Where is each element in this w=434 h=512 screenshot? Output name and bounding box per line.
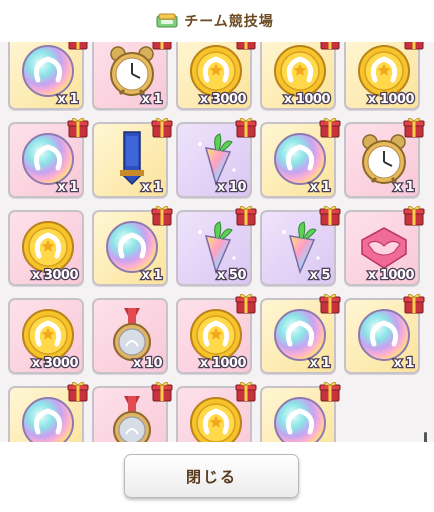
reward-quantity: x 3000	[31, 355, 80, 373]
reward-quantity: x 1000	[367, 267, 416, 285]
reward-tile[interactable]	[8, 381, 89, 442]
reward-quantity: x 1	[308, 355, 332, 373]
reward-tile[interactable]: x 1	[92, 117, 173, 198]
reward-tile[interactable]: x 1000	[344, 42, 424, 110]
gift-box-icon	[67, 116, 89, 138]
gift-box-icon	[403, 116, 425, 138]
reward-quantity: x 1	[56, 91, 80, 109]
reward-quantity: x 1	[56, 179, 80, 197]
close-button-label: 閉じる	[185, 467, 237, 486]
reward-tile[interactable]: x 1	[344, 117, 425, 198]
gift-box-icon	[403, 42, 425, 50]
gift-box-icon	[403, 204, 425, 226]
reward-tile[interactable]: x 1	[92, 42, 172, 110]
reward-tile[interactable]: x 5	[260, 205, 341, 286]
reward-tile[interactable]: x 3000	[176, 42, 256, 110]
reward-quantity: x 1	[308, 179, 332, 197]
gift-box-icon	[403, 292, 425, 314]
gift-box-icon	[151, 42, 173, 50]
reward-quantity: x 1	[392, 355, 416, 373]
reward-tile[interactable]: x 10	[92, 298, 168, 374]
gift-box-icon	[67, 380, 89, 402]
reward-tile[interactable]: x 1	[8, 42, 88, 110]
gift-box-icon	[235, 204, 257, 226]
reward-tile[interactable]: x 1	[344, 293, 425, 374]
reward-quantity: x 1	[392, 179, 416, 197]
ticket-icon	[156, 13, 178, 29]
reward-tile[interactable]: x 1000	[344, 205, 425, 286]
reward-quantity: x 5	[308, 267, 332, 285]
gift-box-icon	[151, 116, 173, 138]
gift-box-icon	[235, 42, 257, 50]
reward-tile[interactable]: x 1	[8, 117, 89, 198]
reward-tile[interactable]: x 50	[176, 205, 257, 286]
reward-list-panel[interactable]: x 1 x 1 x 3000 x 1000 x 1000 x 1 x 1 x 1…	[0, 42, 434, 442]
gift-box-icon	[235, 116, 257, 138]
reward-tile[interactable]	[176, 381, 257, 442]
page-title: チーム競技場	[184, 14, 274, 30]
reward-tile[interactable]: x 1000	[176, 293, 257, 374]
reward-tile[interactable]: x 3000	[8, 210, 84, 286]
gift-box-icon	[319, 380, 341, 402]
title-group: チーム競技場	[156, 11, 274, 31]
reward-tile[interactable]: x 10	[176, 117, 257, 198]
gift-box-icon	[67, 42, 89, 50]
gift-box-icon	[151, 204, 173, 226]
reward-quantity: x 1	[140, 267, 164, 285]
reward-quantity: x 10	[132, 355, 164, 373]
gift-box-icon	[319, 116, 341, 138]
reward-quantity: x 10	[216, 179, 248, 197]
header-bar: チーム競技場	[0, 0, 434, 42]
reward-tile[interactable]: x 1	[92, 205, 173, 286]
gift-box-icon	[151, 380, 173, 402]
reward-quantity: x 3000	[199, 91, 248, 109]
reward-quantity: x 1	[140, 91, 164, 109]
reward-tile[interactable]: x 3000	[8, 298, 84, 374]
reward-quantity: x 1000	[367, 91, 416, 109]
reward-tile[interactable]: x 1	[260, 117, 341, 198]
scrollbar[interactable]	[424, 432, 427, 442]
gift-box-icon	[235, 380, 257, 402]
reward-quantity: x 1000	[199, 355, 248, 373]
gift-box-icon	[235, 292, 257, 314]
reward-tile[interactable]	[92, 381, 173, 442]
reward-quantity: x 1	[140, 179, 164, 197]
reward-tile[interactable]: x 1000	[260, 42, 340, 110]
gift-box-icon	[319, 292, 341, 314]
reward-quantity: x 50	[216, 267, 248, 285]
gift-box-icon	[319, 204, 341, 226]
gift-box-icon	[319, 42, 341, 50]
close-button[interactable]: 閉じる	[124, 454, 299, 498]
reward-tile[interactable]: x 1	[260, 293, 341, 374]
footer-bar: 閉じる	[0, 442, 434, 512]
reward-quantity: x 1000	[283, 91, 332, 109]
reward-tile[interactable]	[260, 381, 341, 442]
reward-quantity: x 3000	[31, 267, 80, 285]
